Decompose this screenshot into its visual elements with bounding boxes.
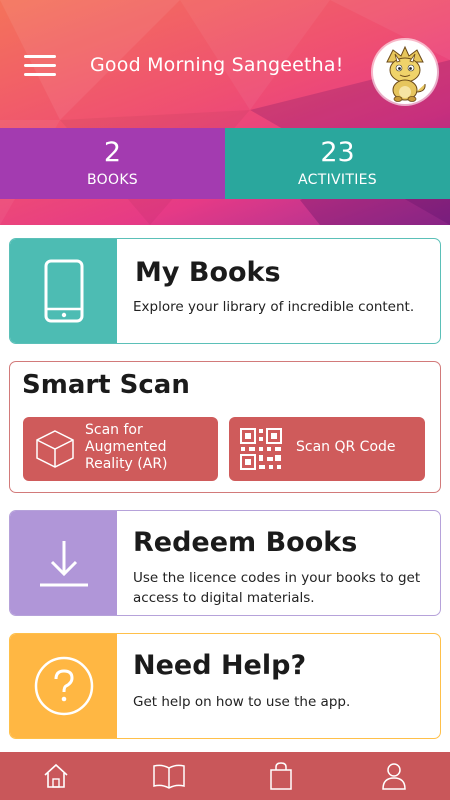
greeting-text: Good Morning Sangeetha! bbox=[90, 54, 344, 76]
nav-library[interactable] bbox=[145, 754, 193, 798]
qr-code-icon bbox=[240, 428, 282, 470]
download-icon bbox=[39, 541, 88, 587]
activities-count: 23 bbox=[320, 137, 355, 168]
scan-qr-label: Scan QR Code bbox=[296, 439, 396, 455]
scan-ar-button[interactable]: Scan for Augmented Reality (AR) bbox=[23, 417, 218, 481]
dinosaur-avatar-icon bbox=[386, 45, 426, 102]
bottom-navigation bbox=[0, 752, 450, 800]
nav-home[interactable] bbox=[32, 754, 80, 798]
activities-stat[interactable]: 23 ACTIVITIES bbox=[225, 128, 450, 199]
books-label: BOOKS bbox=[87, 172, 138, 188]
header-banner: Good Morning Sangeetha! 2 BOOKS 23 ACTIV… bbox=[0, 0, 450, 225]
nav-store[interactable] bbox=[257, 754, 305, 798]
activities-label: ACTIVITIES bbox=[298, 172, 377, 188]
scan-ar-label: Scan for Augmented Reality (AR) bbox=[85, 422, 168, 472]
stats-bar: 2 BOOKS 23 ACTIVITIES bbox=[0, 128, 450, 199]
smart-scan-card: Smart Scan Scan for Augmented Reality (A… bbox=[9, 361, 441, 493]
my-books-icon-panel bbox=[10, 239, 117, 343]
scan-qr-button[interactable]: Scan QR Code bbox=[229, 417, 425, 481]
redeem-books-title: Redeem Books bbox=[133, 527, 358, 558]
need-help-description: Get help on how to use the app. bbox=[133, 694, 351, 710]
ar-cube-icon bbox=[36, 430, 74, 468]
my-books-description: Explore your library of incredible conte… bbox=[133, 299, 415, 315]
home-icon bbox=[44, 763, 68, 788]
smartphone-icon bbox=[44, 259, 83, 323]
avatar[interactable] bbox=[373, 40, 437, 104]
user-icon bbox=[381, 763, 406, 790]
books-count: 2 bbox=[103, 137, 122, 168]
smart-scan-title: Smart Scan bbox=[22, 370, 190, 400]
hamburger-menu-icon bbox=[24, 55, 56, 58]
books-stat[interactable]: 2 BOOKS bbox=[0, 128, 225, 199]
my-books-title: My Books bbox=[135, 257, 281, 288]
book-icon bbox=[153, 764, 185, 789]
redeem-books-card[interactable]: Redeem Books Use the licence codes in yo… bbox=[9, 510, 441, 616]
shopping-bag-icon bbox=[270, 762, 292, 790]
need-help-title: Need Help? bbox=[133, 650, 307, 681]
redeem-icon-panel bbox=[10, 511, 117, 615]
help-icon-panel bbox=[10, 634, 117, 738]
my-books-card[interactable]: My Books Explore your library of incredi… bbox=[9, 238, 441, 344]
menu-button[interactable] bbox=[24, 55, 56, 79]
need-help-card[interactable]: Need Help? Get help on how to use the ap… bbox=[9, 633, 441, 739]
redeem-books-description: Use the licence codes in your books to g… bbox=[133, 570, 421, 606]
nav-profile[interactable] bbox=[370, 754, 418, 798]
question-circle-icon bbox=[34, 656, 93, 716]
